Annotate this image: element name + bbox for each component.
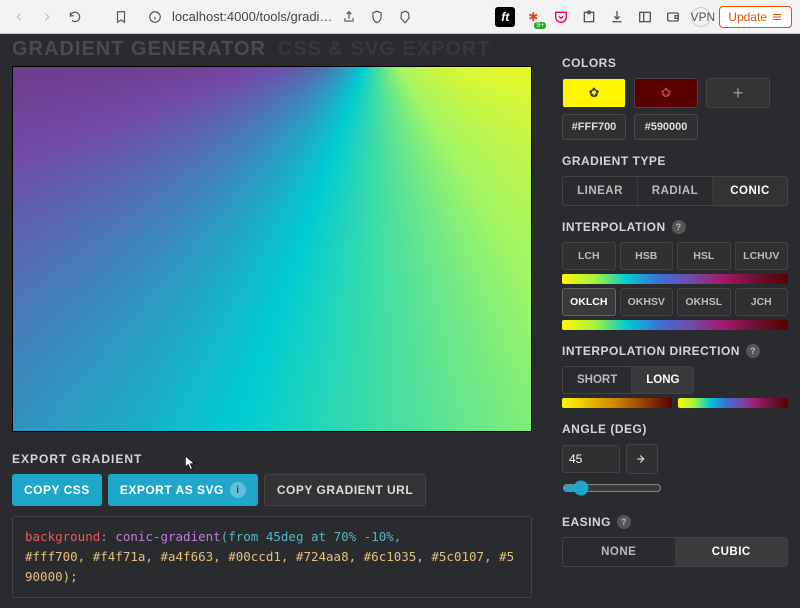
add-color-button[interactable]: +: [706, 78, 770, 108]
color-swatch-2[interactable]: [634, 78, 698, 108]
spectrum-preview-2: [562, 320, 788, 330]
interp-oklch[interactable]: OKLCH: [562, 288, 616, 316]
browser-toolbar: localhost:4000/tools/gradi… ft ✱9+ VPN U…: [0, 0, 800, 34]
help-icon[interactable]: ?: [617, 515, 631, 529]
angle-copy-button[interactable]: [626, 444, 658, 474]
brave-shield-icon[interactable]: [366, 6, 388, 28]
back-button[interactable]: [8, 6, 30, 28]
interp-hsl[interactable]: HSL: [677, 242, 731, 270]
share-icon[interactable]: [338, 6, 360, 28]
direction-spectrum-short: [562, 398, 672, 408]
update-button[interactable]: Update: [719, 6, 792, 28]
vpn-pill[interactable]: VPN: [691, 7, 711, 27]
spectrum-preview-1: [562, 274, 788, 284]
sidebar-icon[interactable]: [635, 7, 655, 27]
bookmark-icon[interactable]: [110, 6, 132, 28]
interp-okhsv[interactable]: OKHSV: [620, 288, 674, 316]
color-hex-2[interactable]: #590000: [634, 114, 698, 140]
page-title: GRADIENT GENERATOR CSS & SVG EXPORT: [12, 38, 532, 66]
ext-puzzle-icon[interactable]: [579, 7, 599, 27]
url-text: localhost:4000/tools/gradi…: [172, 9, 332, 24]
type-radial[interactable]: RADIAL: [638, 177, 713, 205]
help-icon[interactable]: ?: [672, 220, 686, 234]
angle-slider[interactable]: [562, 480, 662, 496]
export-heading: EXPORT GRADIENT: [12, 452, 532, 466]
address-bar[interactable]: localhost:4000/tools/gradi…: [144, 6, 332, 28]
ext-star-icon[interactable]: ✱9+: [523, 7, 543, 27]
type-conic[interactable]: CONIC: [713, 177, 787, 205]
easing-none[interactable]: NONE: [563, 538, 676, 566]
interp-jch[interactable]: JCH: [735, 288, 789, 316]
type-linear[interactable]: LINEAR: [563, 177, 638, 205]
ext-pocket-icon[interactable]: [551, 7, 571, 27]
easing-cubic[interactable]: CUBIC: [676, 538, 788, 566]
interp-hsb[interactable]: HSB: [620, 242, 674, 270]
site-info-icon[interactable]: [144, 6, 166, 28]
direction-heading: INTERPOLATION DIRECTION?: [562, 344, 788, 358]
gradient-preview: [12, 66, 532, 432]
gradient-type-heading: GRADIENT TYPE: [562, 154, 788, 168]
interp-okhsl[interactable]: OKHSL: [677, 288, 731, 316]
angle-input[interactable]: [562, 445, 620, 473]
ext-font-icon[interactable]: ft: [495, 7, 515, 27]
color-swatch-1[interactable]: [562, 78, 626, 108]
help-icon[interactable]: ?: [746, 344, 760, 358]
forward-button[interactable]: [36, 6, 58, 28]
direction-long[interactable]: LONG: [632, 367, 693, 393]
direction-short[interactable]: SHORT: [563, 367, 632, 393]
info-icon: i: [230, 482, 246, 498]
angle-heading: ANGLE (DEG): [562, 422, 788, 436]
export-svg-button[interactable]: EXPORT AS SVGi: [108, 474, 258, 506]
css-output[interactable]: background: conic-gradient(from 45deg at…: [12, 516, 532, 598]
brave-logo-icon[interactable]: [394, 6, 416, 28]
interp-lch[interactable]: LCH: [562, 242, 616, 270]
reload-button[interactable]: [64, 6, 86, 28]
copy-url-button[interactable]: COPY GRADIENT URL: [264, 474, 426, 506]
easing-heading: EASING?: [562, 515, 788, 529]
download-icon[interactable]: [607, 7, 627, 27]
wallet-icon[interactable]: [663, 7, 683, 27]
copy-css-button[interactable]: COPY CSS: [12, 474, 102, 506]
interpolation-heading: INTERPOLATION?: [562, 220, 788, 234]
direction-spectrum-long: [678, 398, 788, 408]
interp-lchuv[interactable]: LCHUV: [735, 242, 789, 270]
colors-heading: COLORS: [562, 56, 788, 70]
color-hex-1[interactable]: #FFF700: [562, 114, 626, 140]
